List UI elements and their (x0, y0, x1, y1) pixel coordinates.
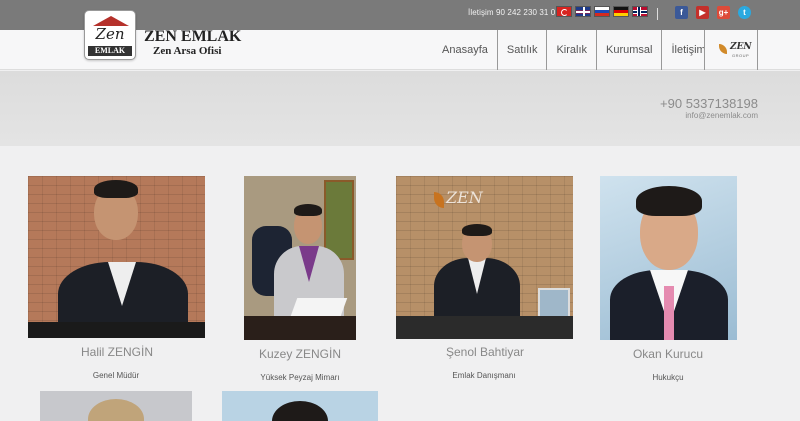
twitter-icon[interactable]: t (738, 6, 751, 19)
turkish-flag-icon[interactable] (556, 6, 572, 17)
nav-for-rent[interactable]: Kiralık (547, 30, 598, 70)
nav-corporate[interactable]: Kurumsal (597, 30, 663, 70)
logo-subtext: EMLAK (88, 46, 132, 56)
group-logo-subtext: GROUP (732, 53, 750, 58)
member-role: Yüksek Peyzaj Mimarı (260, 373, 340, 382)
divider (657, 8, 658, 20)
member-photo (222, 391, 378, 421)
main-nav: Anasayfa Satılık Kiralık Kurumsal İletiş… (432, 30, 715, 70)
contact-phone-label: İletişim 90 242 230 31 01 (468, 8, 560, 17)
member-role: Genel Müdür (92, 371, 140, 380)
member-photo (40, 391, 192, 421)
russian-flag-icon[interactable] (594, 6, 610, 17)
german-flag-icon[interactable] (613, 6, 629, 17)
banner-phone[interactable]: +90 5337138198 (660, 96, 758, 111)
facebook-icon[interactable]: f (675, 6, 688, 19)
member-name: Okan Kurucu (632, 347, 704, 361)
youtube-icon[interactable]: ▶ (696, 6, 709, 19)
google-plus-icon[interactable]: g+ (717, 6, 730, 19)
social-links: f ▶ g+ t (675, 6, 751, 19)
contact-banner: +90 5337138198 info@zenemlak.com (0, 71, 800, 146)
member-name: Halil ZENGİN (80, 345, 153, 359)
member-name: Şenol Bahtiyar (445, 345, 525, 359)
member-role: Emlak Danışmanı (452, 371, 516, 380)
team-section: Halil ZENGİN Genel Müdür Kuzey ZENGİN Yü… (0, 146, 800, 421)
language-flags (556, 6, 648, 17)
member-photo: ZEN (396, 176, 573, 339)
brand-subtitle: Zen Arsa Ofisi (153, 45, 222, 57)
member-photo (600, 176, 737, 340)
member-photo (244, 176, 356, 340)
uk-flag-icon[interactable] (575, 6, 591, 17)
norwegian-flag-icon[interactable] (632, 6, 648, 17)
group-logo-text: ZEN (730, 42, 752, 52)
site-logo[interactable]: Zen EMLAK (84, 10, 136, 60)
member-role: Hukukçu (652, 373, 684, 382)
leaf-icon (719, 44, 727, 54)
brand-title[interactable]: ZEN EMLAK (144, 28, 241, 46)
nav-for-sale[interactable]: Satılık (498, 30, 548, 70)
banner-email[interactable]: info@zenemlak.com (685, 111, 758, 120)
logo-text: Zen (95, 25, 125, 43)
member-name: Kuzey ZENGİN (258, 347, 342, 361)
zen-group-logo[interactable]: ZEN GROUP (704, 30, 758, 70)
nav-home[interactable]: Anasayfa (432, 30, 498, 70)
member-photo (28, 176, 205, 338)
